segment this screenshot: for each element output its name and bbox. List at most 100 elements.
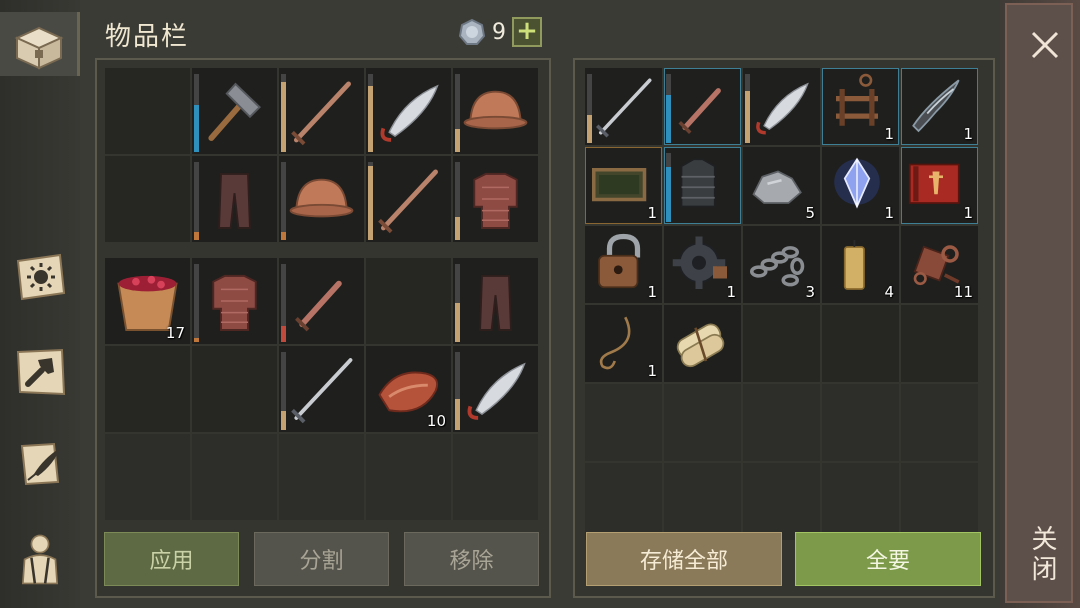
storage-slot[interactable]: 1 — [901, 68, 978, 145]
durability-bar — [281, 352, 286, 430]
inventory-slot[interactable] — [192, 434, 277, 520]
storage-slot[interactable] — [664, 305, 741, 382]
inventory-slot[interactable] — [453, 346, 538, 432]
durability-bar — [281, 74, 286, 152]
storage-slot[interactable]: 1 — [585, 226, 662, 303]
storage-slot[interactable] — [901, 384, 978, 461]
inventory-slot[interactable] — [279, 346, 364, 432]
durability-bar — [194, 264, 199, 342]
inventory-slot[interactable] — [453, 258, 538, 344]
storage-slot[interactable] — [901, 463, 978, 540]
scimitar-icon — [756, 82, 809, 135]
storage-slot[interactable]: 5 — [743, 147, 820, 224]
apply-button[interactable]: 应用 — [104, 532, 239, 586]
durability-bar — [194, 162, 199, 240]
split-button[interactable]: 分割 — [254, 532, 389, 586]
storage-slot[interactable] — [664, 384, 741, 461]
inventory-grid: 17 10 — [105, 68, 542, 520]
inventory-slot[interactable] — [105, 156, 190, 242]
inventory-slot[interactable] — [192, 346, 277, 432]
sidebar-item-skills[interactable] — [0, 245, 80, 309]
storage-slot[interactable]: 1 — [585, 305, 662, 382]
storage-slot[interactable] — [743, 463, 820, 540]
durability-bar — [194, 74, 199, 152]
storage-slot[interactable]: 1 — [585, 147, 662, 224]
storage-slot[interactable]: 4 — [822, 226, 899, 303]
storage-slot[interactable]: 1 — [901, 147, 978, 224]
helmet-icon — [463, 90, 528, 130]
close-label[interactable]: 关闭 — [1027, 525, 1061, 585]
inventory-slot[interactable] — [105, 346, 190, 432]
inventory-slot[interactable] — [105, 68, 190, 154]
item-quantity: 1 — [963, 204, 973, 222]
sidebar-item-inventory[interactable] — [0, 12, 80, 76]
inventory-slot[interactable] — [192, 156, 277, 242]
sidebar-item-character[interactable] — [0, 522, 80, 602]
store-all-button[interactable]: 存储全部 — [586, 532, 782, 586]
inventory-slot[interactable] — [366, 156, 451, 242]
close-panel-inner[interactable]: 关闭 — [1005, 3, 1073, 603]
storage-slot[interactable]: 3 — [743, 226, 820, 303]
remove-button[interactable]: 移除 — [404, 532, 539, 586]
durability-bar — [368, 162, 373, 240]
scimitar-icon — [380, 84, 439, 142]
inventory-slot[interactable] — [453, 156, 538, 242]
storage-slot[interactable] — [743, 305, 820, 382]
storage-slot[interactable] — [664, 463, 741, 540]
durability-bar — [281, 162, 286, 240]
inventory-slot[interactable] — [279, 434, 364, 520]
storage-slot[interactable] — [743, 68, 820, 145]
item-quantity: 4 — [884, 283, 894, 301]
item-quantity: 1 — [647, 362, 657, 380]
hammer-icon — [16, 348, 66, 396]
item-quantity: 3 — [805, 283, 815, 301]
storage-slot[interactable]: 11 — [901, 226, 978, 303]
storage-slot[interactable] — [664, 68, 741, 145]
storage-slot[interactable] — [585, 463, 662, 540]
chest-icon — [14, 26, 63, 70]
add-coins-button[interactable]: + — [512, 17, 542, 47]
sword-icon — [378, 169, 438, 234]
durability-bar — [666, 153, 671, 222]
inventory-slot[interactable] — [192, 258, 277, 344]
page-title: 物品栏 — [105, 22, 190, 52]
storage-slot[interactable] — [664, 147, 741, 224]
inventory-slot[interactable] — [105, 434, 190, 520]
inventory-slot[interactable] — [366, 258, 451, 344]
inventory-slot[interactable]: 17 — [105, 258, 190, 344]
inventory-slot[interactable] — [279, 258, 364, 344]
storage-slot[interactable] — [901, 305, 978, 382]
storage-slot[interactable] — [822, 384, 899, 461]
storage-slot[interactable]: 1 — [664, 226, 741, 303]
storage-slot[interactable]: 1 — [822, 68, 899, 145]
storage-slot[interactable] — [822, 305, 899, 382]
close-icon[interactable] — [1029, 29, 1061, 61]
take-all-button[interactable]: 全要 — [795, 532, 981, 586]
sword-icon — [291, 81, 351, 146]
sidebar-item-crafting[interactable] — [0, 340, 80, 404]
inventory-slot[interactable] — [366, 68, 451, 154]
item-quantity: 10 — [426, 412, 446, 430]
inventory-slot[interactable] — [192, 68, 277, 154]
storage-slot[interactable]: 1 — [822, 147, 899, 224]
storage-slot[interactable] — [585, 384, 662, 461]
inventory-slot[interactable] — [453, 68, 538, 154]
inventory-slot[interactable] — [279, 156, 364, 242]
storage-slot[interactable] — [585, 68, 662, 145]
durability-bar — [666, 74, 671, 143]
storage-slot[interactable] — [822, 463, 899, 540]
item-quantity: 5 — [805, 204, 815, 222]
storage-slot[interactable] — [743, 384, 820, 461]
inventory-slot[interactable] — [366, 434, 451, 520]
chainmail-icon — [212, 274, 257, 331]
sidebar-item-quests[interactable] — [0, 432, 80, 496]
inventory-slot[interactable] — [453, 434, 538, 520]
item-quantity: 1 — [884, 204, 894, 222]
short-sword-icon — [678, 88, 721, 134]
inventory-slot[interactable]: 10 — [366, 346, 451, 432]
scimitar-icon — [467, 362, 526, 420]
scroll-quill-icon — [20, 442, 60, 486]
inventory-slot[interactable] — [279, 68, 364, 154]
item-quantity: 1 — [647, 204, 657, 222]
item-quantity: 1 — [963, 125, 973, 143]
